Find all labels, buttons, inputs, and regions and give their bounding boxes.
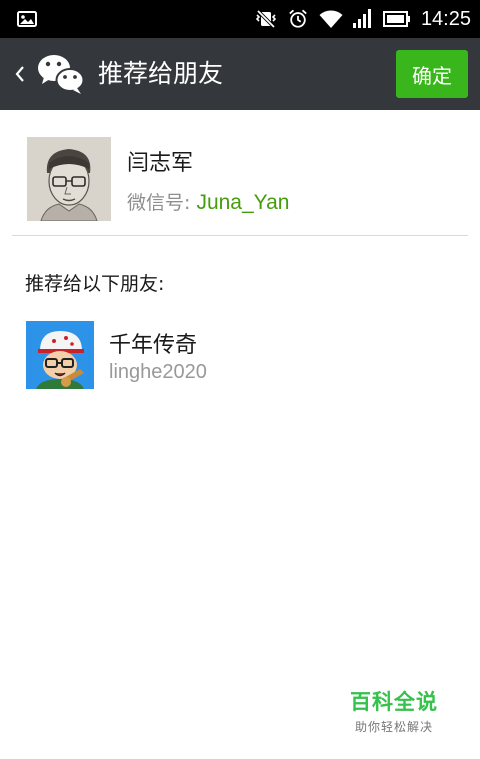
wifi-icon — [319, 10, 343, 28]
contact-name: 闫志军 — [127, 151, 194, 176]
watermark: 百科全说 助你轻松解决 — [336, 686, 452, 735]
avatar-sketch-icon — [27, 137, 111, 221]
confirm-button[interactable]: 确定 — [396, 50, 468, 98]
watermark-title: 百科全说 — [350, 690, 438, 714]
contact-card: 闫志军 微信号: Juna_Yan — [0, 110, 480, 236]
status-time: 14:25 — [420, 7, 471, 30]
picture-icon — [17, 11, 37, 27]
contact-id-row: 微信号: Juna_Yan — [127, 188, 289, 215]
avatar — [27, 137, 111, 221]
status-bar: 14:25 — [0, 0, 480, 38]
section-label: 推荐给以下朋友: — [25, 273, 165, 295]
friend-name: 千年传奇 — [109, 333, 198, 358]
alarm-icon — [289, 9, 307, 28]
friend-avatar — [26, 321, 94, 389]
list-item[interactable]: 千年传奇 linghe2020 — [0, 318, 480, 394]
contact-id-value: Juna_Yan — [196, 191, 290, 214]
signal-icon — [352, 9, 371, 28]
friend-id: linghe2020 — [109, 361, 207, 383]
chevron-left-icon[interactable] — [10, 58, 30, 90]
battery-icon — [382, 11, 410, 27]
divider — [12, 235, 468, 236]
wechat-logo-icon — [38, 55, 85, 94]
cartoon-avatar-icon — [26, 321, 94, 389]
watermark-subtitle: 助你轻松解决 — [354, 720, 433, 734]
title-bar: 推荐给朋友 确定 — [0, 38, 480, 110]
page-title: 推荐给朋友 — [98, 59, 224, 88]
contact-id-label: 微信号: — [127, 192, 197, 214]
mute-vibrate-icon — [255, 9, 277, 29]
